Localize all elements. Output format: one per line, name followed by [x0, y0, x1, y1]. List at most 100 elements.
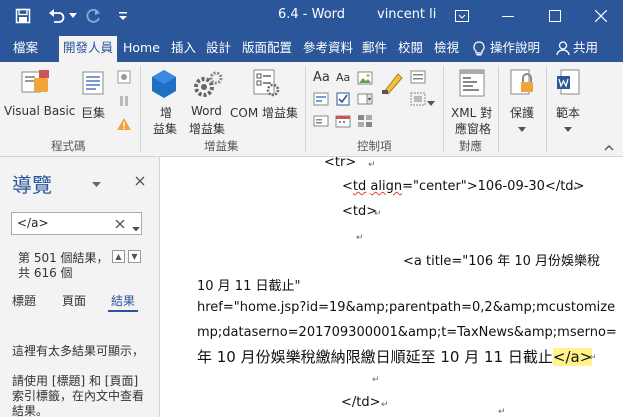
customize-quick-access-icon[interactable]	[112, 5, 134, 27]
pause-recording-icon[interactable]	[117, 94, 131, 111]
tell-me-search[interactable]: 操作說明	[490, 37, 540, 62]
too-many-results-message-4: 結果。	[12, 404, 49, 417]
document-template-icon[interactable]	[555, 68, 581, 101]
xml-mapping-pane-icon[interactable]	[458, 68, 486, 101]
protect-dropdown-icon[interactable]	[518, 122, 526, 136]
nav-close-icon[interactable]	[135, 175, 145, 189]
tab-view[interactable]: 檢視	[434, 37, 459, 62]
group-label-controls: 控制項	[357, 139, 392, 153]
search-match-highlight: </a>	[552, 348, 593, 366]
design-mode-icon[interactable]	[380, 70, 406, 99]
templates-button[interactable]: 範本	[556, 104, 580, 121]
previous-result-button[interactable]: ▲	[112, 250, 125, 263]
properties-icon[interactable]	[410, 70, 426, 87]
doc-line-td-align: <td align="center">106-09-30</td>	[342, 179, 585, 194]
share-person-icon[interactable]	[556, 41, 570, 59]
legacy-tools-icon[interactable]	[357, 114, 373, 131]
macros-icon[interactable]	[81, 70, 109, 101]
paragraph-mark: ↵	[589, 353, 597, 363]
macros-button[interactable]: 巨集	[81, 104, 105, 121]
save-icon[interactable]	[12, 5, 34, 27]
addins-label-1[interactable]: 增	[160, 104, 172, 121]
doc-line-tr: <tr>	[324, 157, 357, 170]
group-control-icon[interactable]	[410, 92, 426, 109]
tab-design[interactable]: 設計	[206, 37, 231, 62]
group-label-addins: 增益集	[204, 139, 239, 153]
group-divider	[498, 66, 499, 152]
result-count-line2: 共 616 個	[18, 266, 73, 280]
nav-options-dropdown-icon[interactable]	[92, 177, 101, 191]
dropdown-list-control-icon[interactable]	[313, 114, 329, 131]
undo-dropdown-icon[interactable]	[66, 5, 80, 27]
paragraph-mark: ↵	[372, 375, 380, 385]
doc-line-td: <td>	[342, 204, 378, 219]
word-addins-label-2[interactable]: 增益集	[189, 120, 225, 137]
xml-mapping-label-2[interactable]: 應窗格	[455, 120, 491, 137]
user-name[interactable]: vincent li	[377, 7, 436, 22]
paragraph-mark: ↵	[356, 233, 364, 243]
nav-tab-headings[interactable]: 標題	[12, 292, 36, 309]
group-divider	[546, 66, 547, 152]
paragraph-mark: ↵	[573, 184, 581, 194]
group-dropdown-icon[interactable]	[427, 96, 435, 110]
word-addins-gear-icon[interactable]	[193, 70, 223, 101]
protect-document-icon[interactable]	[509, 68, 535, 101]
redo-icon[interactable]	[82, 5, 104, 27]
collapse-ribbon-icon[interactable]	[604, 140, 614, 154]
search-input[interactable]: </a>	[11, 212, 142, 235]
group-label-code: 程式碼	[51, 139, 86, 153]
macro-security-icon[interactable]	[116, 117, 132, 134]
doc-line-href: href="home.jsp?id=19&amp;parentpath=0,2&…	[197, 300, 616, 315]
doc-line-link-text: 年 10 月份娛樂稅繳納限繳日順延至 10 月 11 日截止</a>	[197, 348, 593, 366]
tab-references[interactable]: 參考資料	[303, 37, 353, 62]
tab-review[interactable]: 校閱	[398, 37, 423, 62]
group-label-mapping: 對應	[459, 139, 482, 153]
templates-dropdown-icon[interactable]	[564, 122, 572, 136]
visual-basic-icon[interactable]	[20, 68, 52, 101]
share-button[interactable]: 共用	[573, 37, 598, 62]
tab-layout[interactable]: 版面配置	[242, 37, 292, 62]
protect-button[interactable]: 保護	[510, 104, 534, 121]
tab-insert[interactable]: 插入	[171, 37, 196, 62]
paragraph-mark: ↵	[368, 160, 376, 170]
building-block-control-icon[interactable]	[313, 92, 329, 109]
nav-tab-results-underline	[108, 310, 138, 312]
word-addins-label-1[interactable]: Word	[191, 104, 222, 118]
close-icon[interactable]	[587, 3, 615, 29]
clear-search-icon[interactable]	[115, 218, 125, 232]
nav-tab-results[interactable]: 結果	[111, 292, 135, 309]
document-area[interactable]: <tr> ↵ <td align="center">106-09-30</td>…	[161, 157, 623, 417]
tab-file[interactable]: 檔案	[13, 37, 38, 62]
visual-basic-button[interactable]: Visual Basic	[4, 104, 75, 118]
tab-developer[interactable]: 開發人員	[59, 36, 118, 62]
minimize-icon[interactable]	[494, 3, 522, 29]
ribbon-display-options-icon[interactable]	[448, 3, 476, 29]
maximize-icon[interactable]	[541, 3, 569, 29]
doc-line-a-title: <a title="106 年 10 月份娛樂稅	[403, 254, 601, 269]
checkbox-control-icon[interactable]	[335, 92, 351, 109]
combo-box-control-icon[interactable]	[357, 92, 373, 109]
tab-mailings[interactable]: 郵件	[362, 37, 387, 62]
paragraph-mark: ↵	[374, 209, 382, 219]
plain-text-control-button[interactable]: Aa	[336, 71, 350, 84]
com-addins-button[interactable]: COM 增益集	[230, 104, 298, 121]
doc-line-title-end: 10 月 11 日截止"	[197, 279, 301, 294]
date-picker-control-icon[interactable]	[335, 114, 351, 131]
next-result-button[interactable]: ▼	[128, 250, 141, 263]
group-divider	[443, 66, 444, 152]
addins-hexagon-icon[interactable]	[150, 69, 178, 102]
addins-label-2[interactable]: 益集	[153, 120, 177, 137]
xml-mapping-label-1[interactable]: XML 對	[451, 104, 492, 121]
nav-tab-pages[interactable]: 頁面	[62, 292, 86, 309]
undo-icon[interactable]	[46, 5, 68, 27]
rich-text-control-button[interactable]: Aa	[313, 70, 330, 85]
search-options-dropdown-icon[interactable]	[132, 221, 140, 235]
ribbon-developer: Visual Basic 巨集 程式碼 增 益集 Word 增益集 COM 增益…	[0, 62, 623, 157]
doc-line-td-close: </td>	[341, 395, 381, 410]
paragraph-mark: ↵	[498, 407, 506, 417]
record-macro-icon[interactable]	[117, 70, 131, 87]
picture-control-icon[interactable]	[357, 71, 373, 88]
window-title: 6.4 - Word	[278, 7, 346, 22]
tab-home[interactable]: Home	[123, 37, 160, 62]
com-addins-icon[interactable]	[252, 68, 280, 101]
